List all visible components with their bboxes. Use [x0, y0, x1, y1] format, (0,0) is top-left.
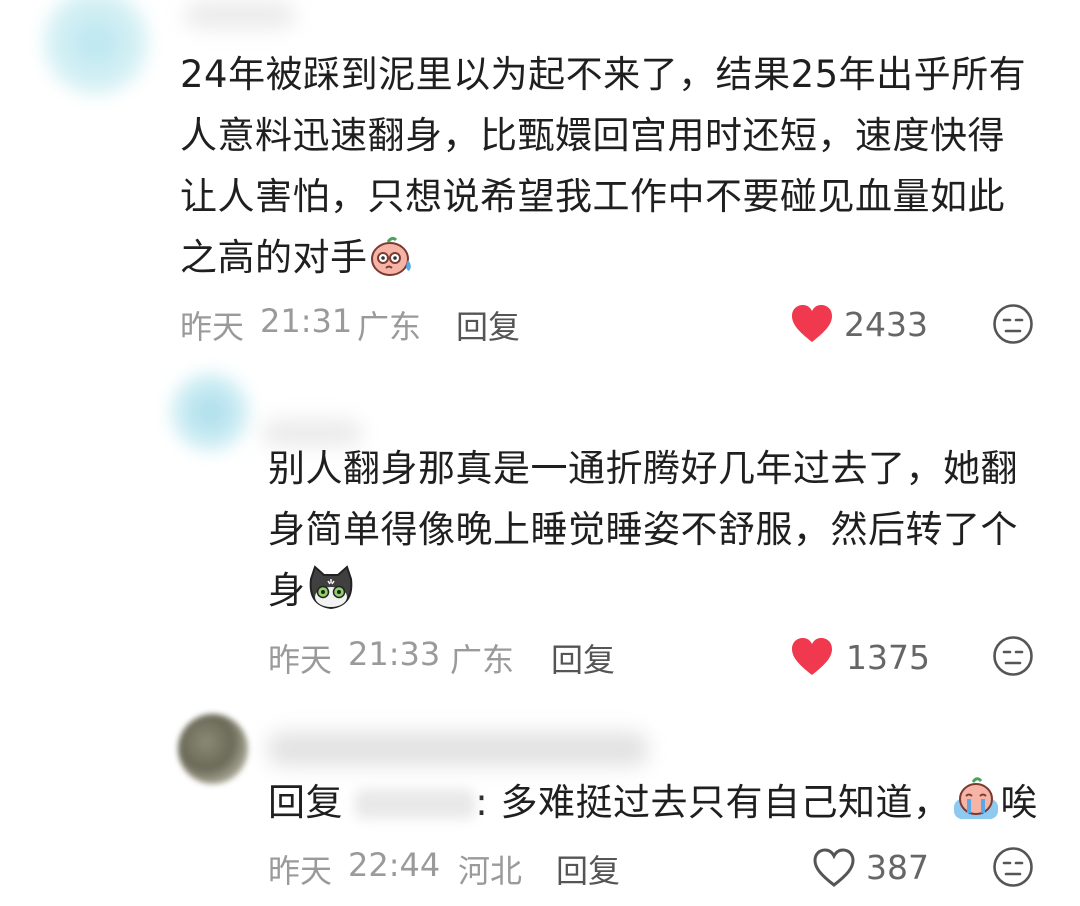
avatar[interactable]	[170, 372, 250, 452]
comment-body: : 多难挺过去只有自己知道，	[475, 781, 951, 824]
avatar[interactable]	[42, 0, 150, 96]
like-button[interactable]	[790, 637, 834, 681]
comment-location: 广东	[450, 641, 515, 679]
dislike-button[interactable]	[992, 635, 1034, 681]
mentioned-user[interactable]	[355, 789, 476, 819]
neutral-face-icon	[993, 304, 1033, 344]
cat-shocked-emoji-icon	[306, 565, 356, 629]
username[interactable]	[185, 2, 295, 28]
like-count: 2433	[844, 305, 928, 344]
like-count: 1375	[846, 638, 930, 677]
dislike-button[interactable]	[992, 303, 1034, 349]
reply-button[interactable]: 回复	[551, 635, 615, 681]
username[interactable]	[268, 732, 648, 766]
dislike-button[interactable]	[992, 846, 1034, 892]
like-button[interactable]	[812, 848, 856, 892]
comment-date: 昨天	[268, 641, 333, 679]
comment-location: 广东	[357, 308, 422, 346]
comment-body: 24年被踩到泥里以为起不来了，结果25年出乎所有人意料迅速翻身，比甄嬛回宫用时还…	[180, 53, 1027, 279]
comment-suffix: 唉	[1000, 781, 1038, 824]
avatar[interactable]	[178, 714, 248, 784]
like-count: 387	[866, 848, 929, 887]
comment-date: 昨天	[180, 308, 245, 346]
comment-time: 21:31	[260, 302, 353, 340]
like-button[interactable]	[790, 304, 834, 348]
reply-button[interactable]: 回复	[556, 846, 620, 892]
comment-body: 别人翻身那真是一通折腾好几年过去了，她翻身简单得像晚上睡觉睡姿不舒服，然后转了个…	[268, 447, 1018, 612]
comment-time: 21:33	[348, 635, 441, 673]
heart-filled-icon	[792, 638, 832, 675]
reply-button[interactable]: 回复	[456, 302, 520, 348]
comment-text: 回复 : 多难挺过去只有自己知道， 唉	[268, 772, 1058, 841]
neutral-face-icon	[993, 847, 1033, 887]
comment-location: 河北	[458, 852, 523, 890]
neutral-face-icon	[993, 636, 1033, 676]
comment-time: 22:44	[348, 846, 441, 884]
comment-text: 别人翻身那真是一通折腾好几年过去了，她翻身简单得像晚上睡觉睡姿不舒服，然后转了个…	[268, 438, 1048, 629]
sweat-face-emoji-icon	[368, 232, 416, 296]
heart-outline-icon	[813, 848, 855, 887]
crying-face-emoji-icon	[951, 777, 1001, 841]
reply-prefix: 回复	[268, 781, 343, 824]
heart-filled-icon	[792, 305, 832, 342]
comment-text: 24年被踩到泥里以为起不来了，结果25年出乎所有人意料迅速翻身，比甄嬛回宫用时还…	[180, 44, 1040, 296]
comment-date: 昨天	[268, 852, 333, 890]
